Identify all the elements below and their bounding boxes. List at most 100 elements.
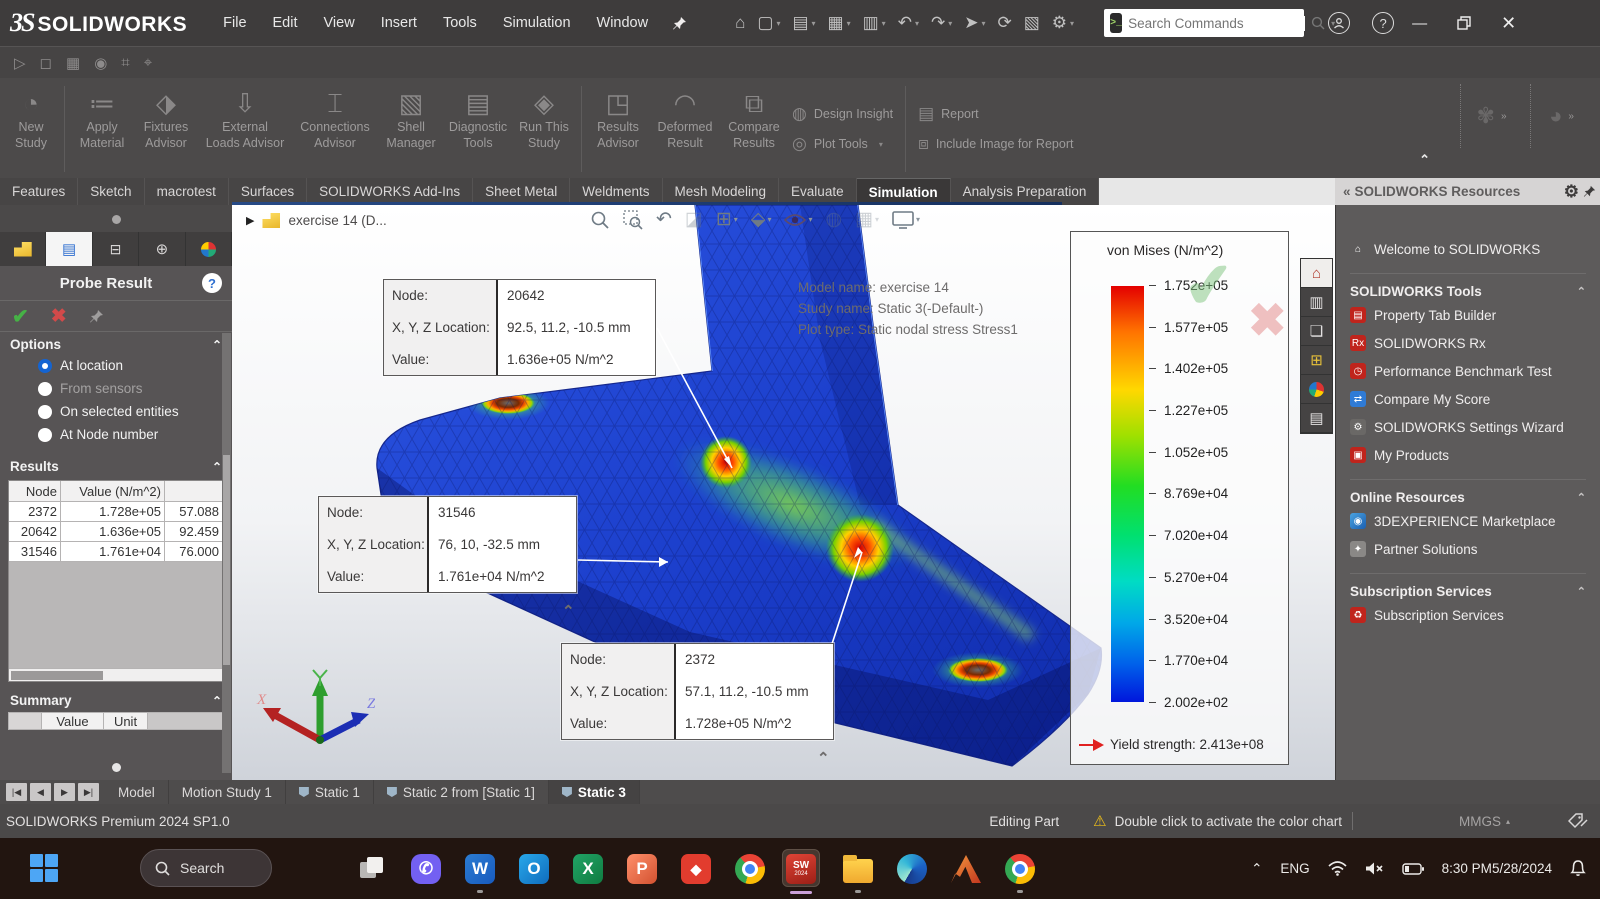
edge-app-button[interactable] bbox=[896, 853, 928, 885]
radio-on-selected-entities[interactable]: On selected entities bbox=[0, 400, 232, 423]
displaymanager-tab[interactable] bbox=[186, 232, 232, 266]
probe-callout-node-31546[interactable]: Node:31546 X, Y, Z Location:76, 10, -32.… bbox=[318, 496, 577, 593]
tab-solidworks-add-ins[interactable]: SOLIDWORKS Add-Ins bbox=[307, 178, 473, 205]
taskpane-home-tab[interactable]: ⌂ bbox=[1301, 259, 1332, 288]
panel-help-icon[interactable]: ? bbox=[202, 273, 222, 293]
results-advisor-button[interactable]: ◳Results Advisor bbox=[588, 82, 648, 176]
custom-properties-tab[interactable]: ▤ bbox=[1301, 404, 1332, 433]
start-button[interactable] bbox=[30, 854, 58, 882]
panel-bottom-splitter[interactable] bbox=[112, 763, 121, 772]
subscription-services-link[interactable]: ♻Subscription Services bbox=[1336, 601, 1600, 629]
radio-at-node-number[interactable]: At Node number bbox=[0, 423, 232, 446]
model-tab[interactable]: Model bbox=[105, 780, 169, 804]
select-icon[interactable]: ➤▾ bbox=[960, 10, 989, 36]
design-insight-button[interactable]: ◍Design Insight bbox=[792, 104, 893, 124]
collapsed-toolbar-group-1[interactable]: ✾» bbox=[1460, 84, 1522, 148]
ok-button[interactable]: ✔ bbox=[12, 304, 29, 329]
menu-window[interactable]: Window bbox=[587, 9, 659, 37]
deformed-result-button[interactable]: ◠Deformed Result bbox=[648, 82, 722, 176]
external-loads-advisor-button[interactable]: ⇩External Loads Advisor bbox=[199, 82, 291, 176]
home-icon[interactable]: ⌂ bbox=[731, 10, 749, 36]
menu-pin-icon[interactable] bbox=[672, 16, 687, 31]
task-view-button[interactable] bbox=[356, 853, 388, 885]
display-style-icon[interactable]: ⬙▾ bbox=[751, 208, 772, 231]
section-view-icon[interactable]: ◪ bbox=[685, 208, 703, 231]
online-resources-section[interactable]: Online Resources⌃ bbox=[1350, 479, 1586, 505]
motion-study-1-tab[interactable]: Motion Study 1 bbox=[169, 780, 286, 804]
chrome-app-button-2[interactable] bbox=[1004, 853, 1036, 885]
menu-simulation[interactable]: Simulation bbox=[493, 9, 581, 37]
print-icon[interactable]: ▥▾ bbox=[859, 10, 890, 36]
options-gear-icon[interactable]: ⚙▾ bbox=[1048, 10, 1078, 36]
solidworks-tools-section[interactable]: SOLIDWORKS Tools⌃ bbox=[1350, 273, 1586, 299]
subscription-services-section[interactable]: Subscription Services⌃ bbox=[1350, 573, 1586, 599]
macro-stop-icon[interactable]: ◻ bbox=[40, 54, 52, 72]
menu-edit[interactable]: Edit bbox=[263, 9, 308, 37]
language-indicator[interactable]: ENG bbox=[1271, 861, 1318, 876]
taskpane-gear-icon[interactable]: ⚙ bbox=[1564, 182, 1579, 202]
options-section-header[interactable]: Options⌃ bbox=[0, 332, 232, 354]
rebuild-icon[interactable]: ⟳ bbox=[993, 10, 1015, 36]
radio-from-sensors[interactable]: From sensors bbox=[0, 377, 232, 400]
viber-app-button[interactable]: ✆ bbox=[410, 853, 442, 885]
cancel-button[interactable]: ✖ bbox=[51, 305, 67, 328]
confirm-cancel-watermark-icon[interactable]: ✖ bbox=[1248, 293, 1287, 347]
next-tab-button[interactable]: ▶ bbox=[54, 783, 75, 801]
wifi-icon[interactable] bbox=[1319, 861, 1356, 876]
static-3-tab[interactable]: Static 3 bbox=[549, 780, 640, 804]
include-image-report-button[interactable]: ⧈Include Image for Report bbox=[918, 134, 1073, 154]
tab-sheet-metal[interactable]: Sheet Metal bbox=[473, 178, 570, 205]
run-this-study-button[interactable]: ◈Run This Study bbox=[513, 82, 575, 176]
zoom-to-fit-icon[interactable] bbox=[590, 210, 610, 230]
volume-muted-icon[interactable] bbox=[1356, 861, 1393, 876]
restore-button[interactable] bbox=[1457, 16, 1471, 30]
new-document-icon[interactable]: ▢▾ bbox=[753, 10, 784, 36]
solidworks-app-button[interactable]: SW2024 bbox=[785, 853, 817, 885]
taskpane-pin-icon[interactable] bbox=[1583, 185, 1596, 198]
new-study-button[interactable]: ◔New Study bbox=[4, 82, 58, 176]
table-row[interactable]: 31546 1.761e+04 76.000 bbox=[9, 542, 223, 562]
open-document-icon[interactable]: ▤▾ bbox=[788, 10, 819, 36]
taskbar-search[interactable]: Search bbox=[140, 849, 272, 887]
tab-macrotest[interactable]: macrotest bbox=[145, 178, 229, 205]
connections-advisor-button[interactable]: ⌶Connections Advisor bbox=[291, 82, 379, 176]
apply-material-button[interactable]: ≔Apply Material bbox=[71, 82, 133, 176]
shell-manager-button[interactable]: ▧Shell Manager bbox=[379, 82, 443, 176]
compare-my-score-link[interactable]: ⇄Compare My Score bbox=[1336, 385, 1600, 413]
summary-section-header[interactable]: Summary⌃ bbox=[0, 688, 232, 710]
file-explorer-button[interactable] bbox=[842, 853, 874, 885]
appearances-scenes-tab[interactable] bbox=[1301, 375, 1332, 404]
marketplace-link[interactable]: ◉3DEXPERIENCE Marketplace bbox=[1336, 507, 1600, 535]
matlab-app-button[interactable] bbox=[950, 853, 982, 885]
mate-icon[interactable]: ⌖ bbox=[144, 54, 152, 71]
tray-expand-chevron[interactable]: ⌃ bbox=[1242, 861, 1271, 877]
ribbon-collapse-chevron[interactable]: ⌃ bbox=[1419, 152, 1430, 168]
panel-top-splitter[interactable] bbox=[0, 205, 232, 232]
callout-collapse-chevron[interactable]: ⌃ bbox=[562, 602, 575, 620]
collapsed-toolbar-group-2[interactable]: ◕» bbox=[1530, 84, 1592, 148]
probe-callout-node-20642[interactable]: Node:20642 X, Y, Z Location:92.5, 11.2, … bbox=[383, 279, 656, 376]
image-capture-icon[interactable]: ⌗ bbox=[121, 54, 129, 71]
fixtures-advisor-button[interactable]: ⬗Fixtures Advisor bbox=[133, 82, 199, 176]
menu-insert[interactable]: Insert bbox=[371, 9, 427, 37]
menu-tools[interactable]: Tools bbox=[433, 9, 487, 37]
tab-weldments[interactable]: Weldments bbox=[570, 178, 662, 205]
design-library-tab[interactable]: ▥ bbox=[1301, 288, 1332, 317]
configurationmanager-tab[interactable]: ⊟ bbox=[93, 232, 139, 266]
results-table[interactable]: Node Value (N/m^2) 2372 1.728e+05 57.088… bbox=[8, 480, 224, 682]
word-app-button[interactable]: W bbox=[464, 853, 496, 885]
search-icon[interactable] bbox=[1311, 16, 1325, 30]
zoom-to-area-icon[interactable] bbox=[623, 210, 643, 230]
flyout-expand-arrow[interactable]: ▶ bbox=[246, 214, 254, 227]
property-tab-builder-link[interactable]: ▤Property Tab Builder bbox=[1336, 301, 1600, 329]
view-settings-icon[interactable]: ▾ bbox=[892, 211, 920, 229]
plot-tools-button[interactable]: ◎Plot Tools▾ bbox=[792, 134, 893, 154]
tag-icon[interactable] bbox=[1568, 813, 1588, 829]
undo-icon[interactable]: ↶▾ bbox=[894, 10, 923, 36]
results-section-header[interactable]: Results⌃ bbox=[0, 454, 232, 476]
partner-solutions-link[interactable]: ✦Partner Solutions bbox=[1336, 535, 1600, 563]
excel-app-button[interactable]: X bbox=[572, 853, 604, 885]
table-row[interactable]: 2372 1.728e+05 57.088 bbox=[9, 502, 223, 522]
redo-icon[interactable]: ↷▾ bbox=[927, 10, 956, 36]
keep-visible-pin-icon[interactable] bbox=[89, 309, 104, 324]
